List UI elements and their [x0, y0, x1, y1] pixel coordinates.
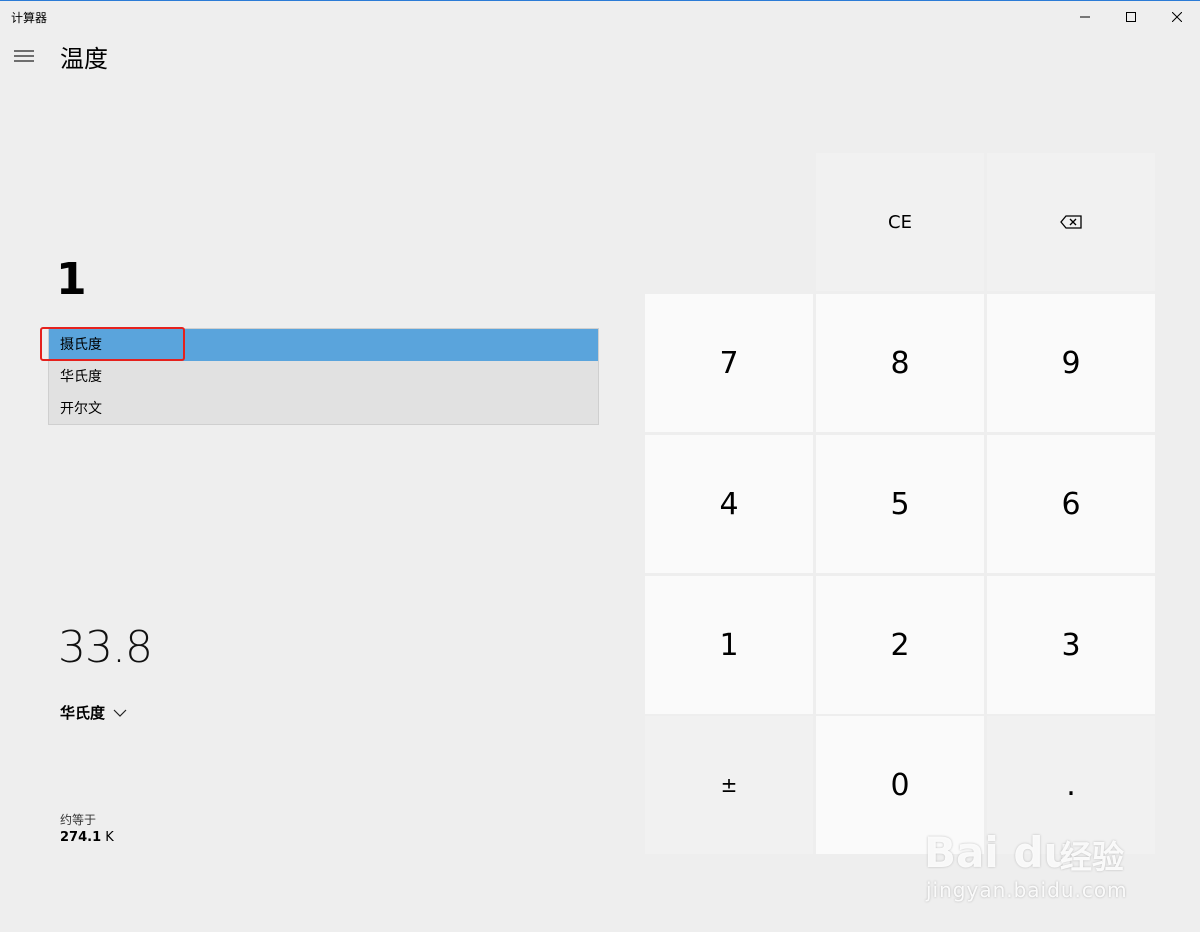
navigation-menu-button[interactable] — [8, 40, 40, 72]
digit-2-label: 2 — [890, 627, 910, 663]
annotation-highlight-box — [40, 327, 185, 361]
output-value-display: 33.8 — [58, 622, 153, 673]
digit-5-button[interactable]: 5 — [816, 435, 984, 573]
app-title: 计算器 — [11, 11, 48, 25]
digit-7-button[interactable]: 7 — [645, 294, 813, 432]
backspace-button[interactable] — [987, 153, 1155, 291]
minimize-button[interactable] — [1062, 1, 1108, 33]
title-bar: 计算器 — [0, 1, 1200, 33]
digit-8-button[interactable]: 8 — [816, 294, 984, 432]
approx-unit: K — [101, 830, 114, 845]
digit-0-label: 0 — [890, 767, 910, 803]
digit-7-label: 7 — [719, 345, 739, 381]
approx-number: 274.1 — [60, 830, 102, 845]
hamburger-icon — [14, 50, 34, 62]
digit-6-button[interactable]: 6 — [987, 435, 1155, 573]
to-unit-label: 华氏度 — [60, 704, 106, 722]
clear-entry-button[interactable]: CE — [816, 153, 984, 291]
digit-8-label: 8 — [890, 345, 910, 381]
digit-9-label: 9 — [1061, 345, 1081, 381]
approx-value: 274.1 K — [60, 830, 114, 845]
close-button[interactable] — [1154, 1, 1200, 33]
digit-4-button[interactable]: 4 — [645, 435, 813, 573]
close-icon — [1172, 12, 1182, 22]
digit-3-button[interactable]: 3 — [987, 576, 1155, 714]
watermark-url: jingyan.baidu.com — [926, 878, 1128, 902]
backspace-icon — [1060, 215, 1082, 229]
digit-3-label: 3 — [1061, 627, 1081, 663]
watermark-brand: Bai du — [924, 828, 1074, 877]
digit-4-label: 4 — [719, 486, 739, 522]
digit-6-label: 6 — [1061, 486, 1081, 522]
unit-option-kelvin[interactable]: 开尔文 — [49, 393, 598, 425]
digit-1-label: 1 — [719, 627, 739, 663]
decimal-point-label: . — [1066, 767, 1076, 803]
digit-5-label: 5 — [890, 486, 910, 522]
digit-1-button[interactable]: 1 — [645, 576, 813, 714]
chevron-down-icon — [113, 709, 127, 717]
maximize-icon — [1126, 12, 1136, 22]
digit-2-button[interactable]: 2 — [816, 576, 984, 714]
page-title: 温度 — [60, 45, 108, 73]
input-value-display[interactable]: 1 — [56, 254, 87, 305]
baidu-watermark: Bai du 经验 jingyan.baidu.com — [924, 800, 1194, 910]
negate-label: ± — [720, 773, 738, 797]
clear-entry-label: CE — [888, 211, 912, 233]
maximize-button[interactable] — [1108, 1, 1154, 33]
negate-button[interactable]: ± — [645, 716, 813, 854]
approx-label: 约等于 — [60, 813, 97, 827]
watermark-brand-cn: 经验 — [1060, 838, 1125, 876]
to-unit-selector[interactable]: 华氏度 — [60, 702, 127, 723]
digit-9-button[interactable]: 9 — [987, 294, 1155, 432]
minimize-icon — [1080, 16, 1090, 18]
unit-option-fahrenheit[interactable]: 华氏度 — [49, 361, 598, 393]
